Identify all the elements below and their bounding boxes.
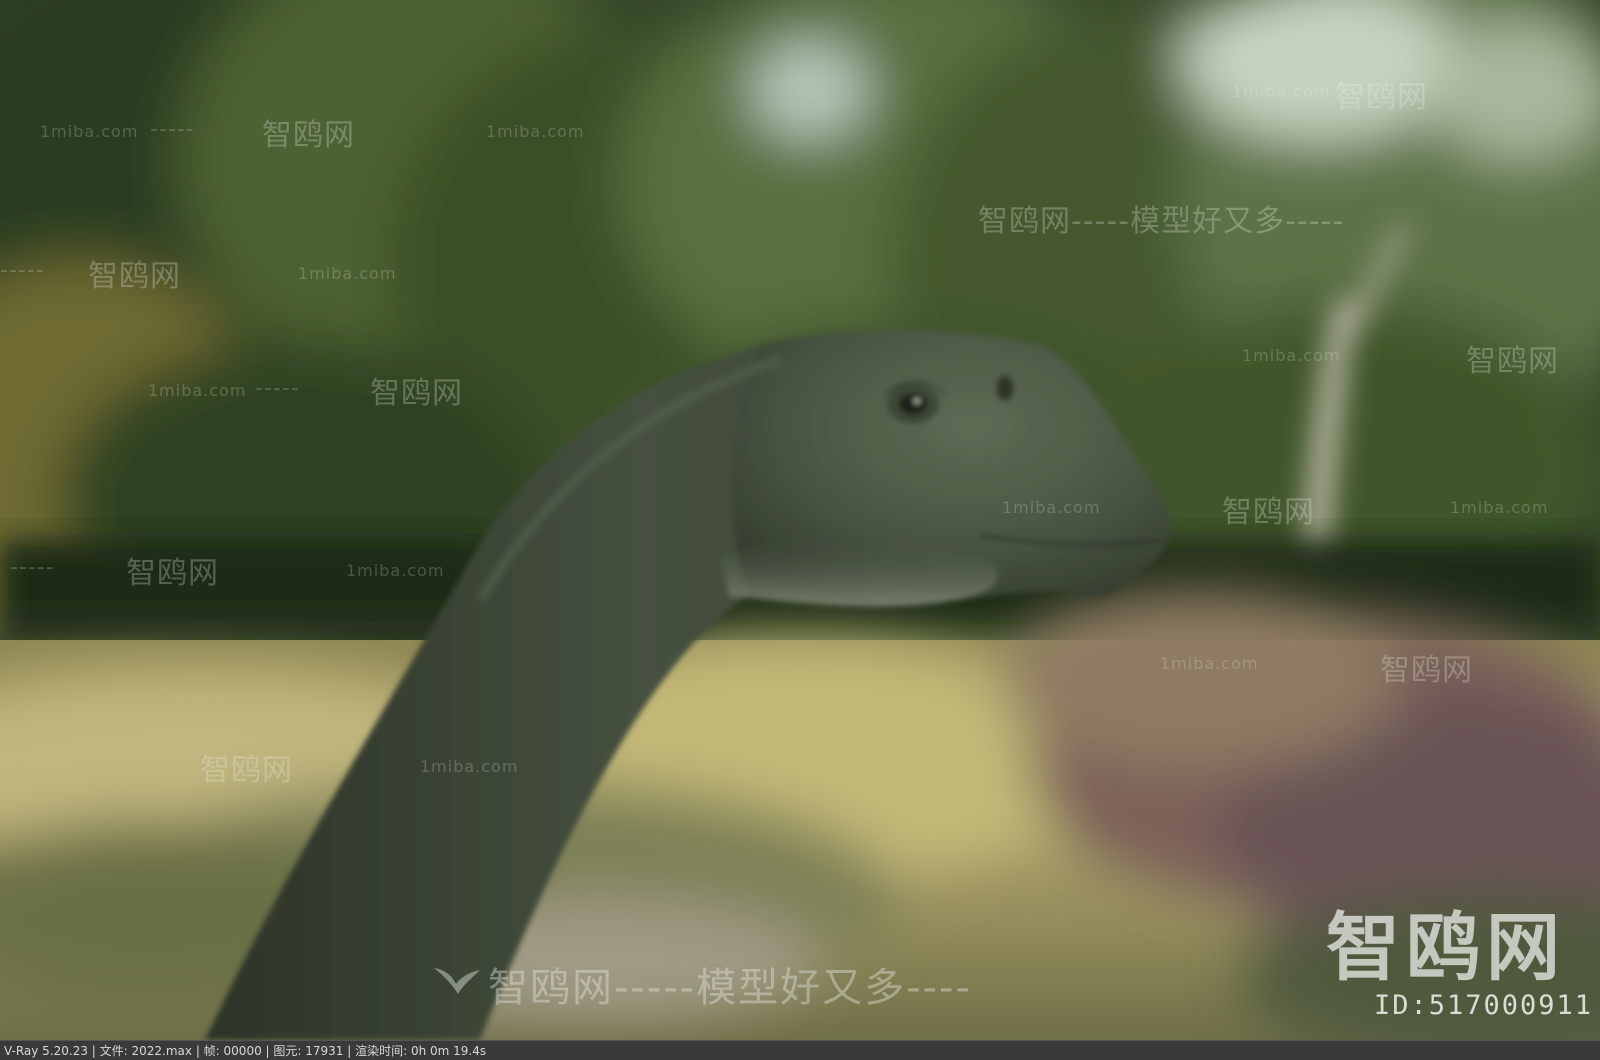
render-status-text: V-Ray 5.20.23 | 文件: 2022.max | 帧: 00000 … — [4, 1044, 487, 1058]
render-viewport: 1miba.com ----- 智鸥网 1miba.com 1miba.com … — [0, 0, 1600, 1060]
render-image — [0, 0, 1600, 1040]
render-status-bar: V-Ray 5.20.23 | 文件: 2022.max | 帧: 00000 … — [0, 1040, 1600, 1060]
bird-logo-icon — [434, 968, 480, 994]
